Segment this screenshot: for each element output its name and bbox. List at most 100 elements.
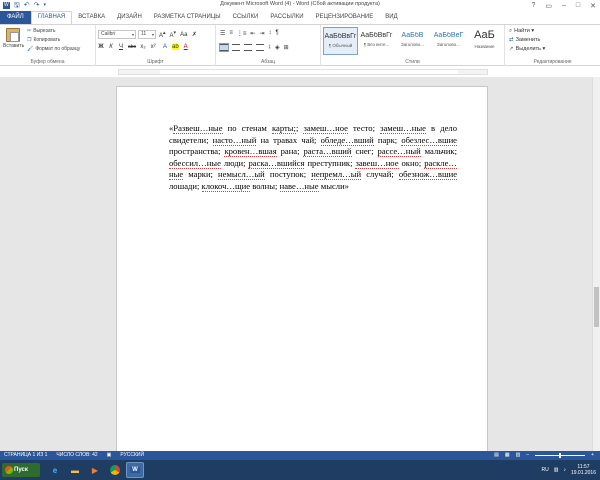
text-effects-icon[interactable]: A (162, 44, 168, 50)
zoom-knob[interactable] (559, 453, 562, 458)
font-name-select[interactable]: Calibri ▾ (98, 30, 136, 39)
tab-mailings[interactable]: РАССЫЛКИ (264, 11, 309, 24)
ribbon-options-icon[interactable]: ▭ (545, 2, 552, 10)
spelling-flagged-word[interactable]: обезнож…вшие (398, 169, 458, 181)
page-count[interactable]: СТРАНИЦА 1 ИЗ 1 (4, 451, 47, 460)
spelling-flagged-word[interactable]: кровен…вшая (224, 146, 277, 158)
grow-font-icon[interactable]: A▴ (159, 30, 166, 39)
spelling-flagged-word[interactable]: непремл…ый (311, 169, 362, 181)
style-normal[interactable]: АаБбВвГг ¶ Обычный (323, 27, 358, 55)
style-heading-2[interactable]: АаБбВеГ Заголово... (431, 27, 466, 55)
language-indicator[interactable]: РУССКИЙ (120, 451, 144, 460)
spelling-flagged-word[interactable]: Развеш…ные (173, 123, 223, 134)
proofing-icon[interactable]: ▣ (107, 451, 112, 460)
web-layout-icon[interactable]: ▥ (516, 451, 521, 460)
vertical-scrollbar[interactable] (592, 77, 600, 451)
bold-button[interactable]: Ж (98, 44, 104, 50)
style-heading-1[interactable]: АаБбВ Заголово... (395, 27, 430, 55)
scrollbar-thumb[interactable] (594, 287, 599, 327)
help-icon[interactable]: ? (531, 2, 535, 9)
font-color-icon[interactable]: A (183, 44, 189, 50)
shrink-font-icon[interactable]: A▾ (170, 30, 177, 39)
select-button[interactable]: ➚ Выделить ▾ (509, 46, 545, 52)
minimize-icon[interactable]: – (562, 2, 566, 9)
status-left: СТРАНИЦА 1 ИЗ 1 ЧИСЛО СЛОВ: 42 ▣ РУССКИЙ (4, 451, 144, 460)
format-painter-button[interactable]: 🖌 Формат по образцу (27, 46, 80, 52)
tab-design[interactable]: ДИЗАЙН (111, 11, 148, 24)
chrome-icon[interactable] (106, 462, 124, 478)
style-no-spacing[interactable]: АаБбВвГг ¶ Без инте... (359, 27, 394, 55)
volume-icon[interactable]: ♪ (563, 467, 566, 473)
borders-icon[interactable]: ⊞ (284, 44, 289, 51)
line-spacing-icon[interactable]: ↨ (268, 44, 271, 51)
tab-page-layout[interactable]: РАЗМЕТКА СТРАНИЦЫ (148, 11, 227, 24)
tab-home[interactable]: ГЛАВНАЯ (30, 11, 73, 24)
zoom-out-icon[interactable]: – (526, 451, 529, 460)
zoom-in-icon[interactable]: + (591, 451, 594, 460)
ruler-text-area[interactable] (160, 69, 458, 75)
spelling-flagged-word[interactable]: завеш…ное (355, 157, 399, 169)
find-button[interactable]: ⌕ Найти ▾ (509, 28, 534, 35)
superscript-button[interactable]: x² (150, 44, 156, 50)
spelling-flagged-word[interactable]: обезлес…вшие (401, 134, 457, 146)
sort-icon[interactable]: ↕ (268, 30, 271, 37)
zoom-slider[interactable] (535, 453, 586, 458)
subscript-button[interactable]: x₂ (140, 44, 146, 50)
tab-references[interactable]: ССЫЛКИ (227, 11, 265, 24)
print-layout-icon[interactable]: ▦ (505, 451, 510, 460)
tab-insert[interactable]: ВСТАВКА (72, 11, 111, 24)
increase-indent-icon[interactable]: ⇥ (259, 30, 264, 37)
highlight-icon[interactable]: ab (172, 44, 179, 50)
media-player-icon[interactable]: ▶ (86, 462, 104, 478)
style-title[interactable]: АаБ Название (467, 27, 502, 55)
cut-button[interactable]: ✂ Вырезать (27, 28, 55, 34)
tray-language[interactable]: RU (542, 467, 549, 473)
change-case-icon[interactable]: Aa (180, 32, 187, 38)
clock[interactable]: 11:57 19.01.2016 (571, 464, 596, 476)
bullets-icon[interactable]: ☰ (220, 30, 225, 37)
word-count[interactable]: ЧИСЛО СЛОВ: 42 (56, 451, 97, 460)
network-icon[interactable]: ▥ (554, 467, 559, 473)
spelling-flagged-word[interactable]: раска…вшийся (248, 157, 305, 169)
underline-button[interactable]: Ч (118, 44, 124, 50)
tab-file[interactable]: ФАЙЛ (0, 11, 31, 24)
strikethrough-button[interactable]: abc (128, 44, 136, 50)
read-mode-icon[interactable]: ▤ (494, 451, 499, 460)
spelling-flagged-word[interactable]: карты; (271, 123, 296, 134)
spelling-flagged-word[interactable]: насто…ный (212, 134, 257, 146)
document-body[interactable]: «Развеш…ные по стенам карты;; замеш…ное … (169, 123, 458, 193)
ie-icon[interactable]: e (46, 462, 64, 478)
spelling-flagged-word[interactable]: немысл…ый (218, 169, 265, 181)
justify-icon[interactable] (256, 44, 264, 51)
align-center-icon[interactable] (232, 44, 240, 51)
spelling-flagged-word[interactable]: обледе…вший (320, 134, 374, 146)
maximize-icon[interactable]: □ (576, 2, 580, 9)
font-size-select[interactable]: 11 ▾ (138, 30, 156, 39)
document-page[interactable]: «Развеш…ные по стенам карты;; замеш…ное … (116, 86, 488, 451)
decrease-indent-icon[interactable]: ⇤ (250, 30, 255, 37)
multilevel-list-icon[interactable]: ⋮≡ (237, 30, 247, 37)
spelling-flagged-word[interactable]: наве…ные (279, 180, 319, 192)
align-left-icon[interactable] (219, 43, 229, 52)
start-button[interactable]: Пуск (2, 463, 40, 477)
spelling-flagged-word[interactable]: раста…вший (303, 146, 352, 158)
numbering-icon[interactable]: ≡ (229, 30, 233, 37)
replace-button[interactable]: ⇄ Заменить (509, 37, 540, 43)
shading-icon[interactable]: ◈ (275, 44, 280, 51)
align-right-icon[interactable] (244, 44, 252, 51)
spelling-flagged-word[interactable]: замеш…ные (380, 123, 426, 134)
explorer-icon[interactable]: ▬ (66, 462, 84, 478)
tab-view[interactable]: ВИД (379, 11, 403, 24)
clear-format-icon[interactable]: ✗ (191, 31, 197, 38)
paste-button[interactable]: Вставить (3, 28, 24, 49)
close-icon[interactable]: ✕ (590, 2, 596, 10)
tab-review[interactable]: РЕЦЕНЗИРОВАНИЕ (310, 11, 380, 24)
italic-button[interactable]: К (108, 44, 114, 50)
pilcrow-icon[interactable]: ¶ (275, 30, 278, 37)
copy-button[interactable]: ❐ Копировать (27, 37, 60, 43)
spelling-flagged-word[interactable]: рассе…ный (377, 146, 421, 158)
word-taskbar-icon[interactable]: W (126, 462, 144, 478)
spelling-flagged-word[interactable]: замеш…ное (303, 123, 348, 134)
spelling-flagged-word[interactable]: клокоч…щие (201, 180, 251, 192)
spelling-flagged-word[interactable]: обессил…ные (169, 157, 221, 169)
